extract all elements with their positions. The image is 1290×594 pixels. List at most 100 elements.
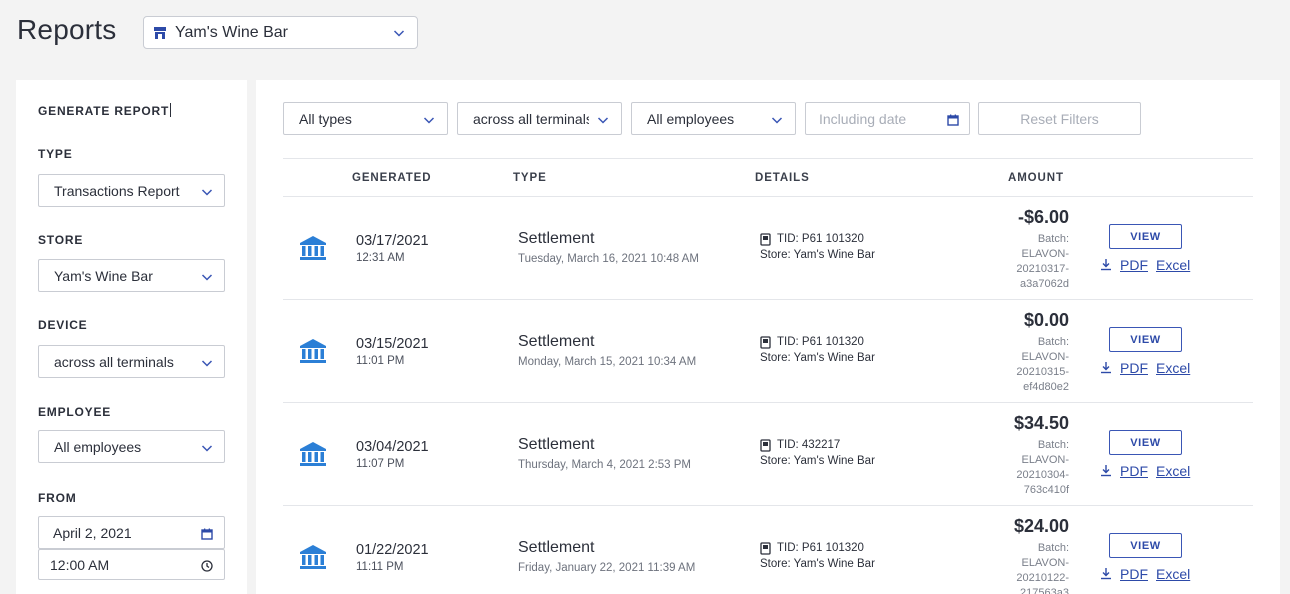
table-row: 03/17/2021 12:31 AM Settlement Tuesday, …	[283, 197, 1253, 300]
store-selector[interactable]: Yam's Wine Bar	[143, 16, 418, 49]
table-row: 03/04/2021 11:07 PM Settlement Thursday,…	[283, 403, 1253, 506]
batch-id-part: ELAVON-	[1021, 454, 1069, 466]
generated-time: 11:01 PM	[356, 355, 405, 367]
from-time-input[interactable]: 12:00 AM	[38, 549, 225, 580]
pdf-link[interactable]: PDF	[1120, 360, 1148, 376]
report-type: Settlement	[518, 436, 595, 453]
batch-id-part: ef4d80e2	[1023, 381, 1069, 393]
view-button[interactable]: VIEW	[1109, 327, 1182, 352]
clock-icon[interactable]	[201, 559, 213, 575]
device-select-value: across all terminals	[54, 353, 174, 370]
device-select[interactable]: across all terminals	[38, 345, 225, 378]
excel-link[interactable]: Excel	[1156, 360, 1190, 376]
pdf-link[interactable]: PDF	[1120, 566, 1148, 582]
batch-info: Batch: ELAVON- 20210304- 763c410f	[979, 438, 1069, 498]
type-select[interactable]: Transactions Report	[38, 174, 225, 207]
batch-id-part: a3a7062d	[1020, 278, 1069, 290]
reset-filters-button[interactable]: Reset Filters	[978, 102, 1141, 135]
batch-id-part: 20210317-	[1016, 263, 1069, 275]
generated-date: 03/04/2021	[356, 439, 429, 455]
download-icon[interactable]	[1100, 567, 1112, 585]
generated-date: 03/17/2021	[356, 233, 429, 249]
view-button[interactable]: VIEW	[1109, 430, 1182, 455]
generated-time: 12:31 AM	[356, 252, 405, 264]
type-filter[interactable]: All types	[283, 102, 448, 135]
chevron-down-icon	[201, 270, 213, 286]
report-type-datetime: Tuesday, March 16, 2021 10:48 AM	[518, 253, 699, 265]
report-type: Settlement	[518, 333, 595, 350]
amount-value: $24.00	[1013, 516, 1069, 536]
employee-select[interactable]: All employees	[38, 430, 225, 463]
chevron-down-icon	[201, 441, 213, 457]
generate-report-heading: GENERATE REPORT	[38, 103, 172, 118]
report-type-datetime: Monday, March 15, 2021 10:34 AM	[518, 356, 697, 368]
type-select-value: Transactions Report	[54, 182, 180, 199]
generated-time: 11:11 PM	[356, 561, 404, 573]
date-filter-input[interactable]: Including date	[805, 102, 970, 135]
terminal-filter[interactable]: across all terminals	[457, 102, 622, 135]
amount-value: -$6.00	[1017, 207, 1069, 227]
batch-info: Batch: ELAVON- 20210317- a3a7062d	[979, 232, 1069, 292]
from-date-value: April 2, 2021	[53, 524, 132, 541]
batch-id-part: 20210304-	[1016, 469, 1069, 481]
chevron-down-icon	[201, 356, 213, 372]
type-filter-value: All types	[299, 110, 352, 127]
bank-icon	[299, 441, 327, 472]
employee-label: EMPLOYEE	[38, 405, 112, 419]
pdf-link[interactable]: PDF	[1120, 257, 1148, 273]
type-label: TYPE	[38, 147, 73, 161]
batch-id-part: 20210122-	[1016, 572, 1069, 584]
batch-id-part: ELAVON-	[1021, 248, 1069, 260]
from-time-value: 12:00 AM	[50, 556, 110, 573]
column-header-details: DETAILS	[755, 172, 810, 184]
calendar-icon[interactable]	[201, 527, 213, 543]
report-type-datetime: Friday, January 22, 2021 11:39 AM	[518, 562, 696, 574]
store-select[interactable]: Yam's Wine Bar	[38, 259, 225, 292]
pdf-link[interactable]: PDF	[1120, 463, 1148, 479]
store-name: Store: Yam's Wine Bar	[760, 249, 875, 261]
chevron-down-icon	[393, 26, 405, 44]
chevron-down-icon	[767, 113, 783, 129]
download-icon[interactable]	[1100, 464, 1112, 482]
date-filter-placeholder: Including date	[819, 110, 907, 127]
store-name: Store: Yam's Wine Bar	[760, 455, 875, 467]
excel-link[interactable]: Excel	[1156, 566, 1190, 582]
view-button[interactable]: VIEW	[1109, 533, 1182, 558]
download-icon[interactable]	[1100, 361, 1112, 379]
terminal-id: TID: P61 101320	[777, 542, 864, 554]
store-selector-label: Yam's Wine Bar	[175, 23, 289, 41]
column-header-type: TYPE	[513, 172, 547, 184]
download-icon[interactable]	[1100, 258, 1112, 276]
employee-filter-value: All employees	[647, 110, 735, 127]
batch-label: Batch:	[1037, 336, 1069, 348]
batch-info: Batch: ELAVON- 20210315- ef4d80e2	[979, 335, 1069, 395]
bank-icon	[299, 544, 327, 575]
calendar-icon[interactable]	[947, 113, 959, 129]
excel-link[interactable]: Excel	[1156, 463, 1190, 479]
from-date-input[interactable]: April 2, 2021	[38, 516, 225, 549]
employee-filter[interactable]: All employees	[631, 102, 796, 135]
view-button[interactable]: VIEW	[1109, 224, 1182, 249]
store-select-value: Yam's Wine Bar	[54, 267, 153, 284]
chevron-down-icon	[419, 113, 435, 129]
batch-id-part: 20210315-	[1016, 366, 1069, 378]
terminal-id: TID: P61 101320	[777, 233, 864, 245]
generated-date: 01/22/2021	[356, 542, 429, 558]
page-title: Reports	[17, 14, 117, 45]
generated-date: 03/15/2021	[356, 336, 429, 352]
batch-label: Batch:	[1037, 233, 1069, 245]
chevron-down-icon	[589, 113, 609, 129]
amount-value: $0.00	[1023, 310, 1069, 330]
divider	[283, 158, 1253, 159]
excel-link[interactable]: Excel	[1156, 257, 1190, 273]
batch-label: Batch:	[1037, 542, 1069, 554]
generate-report-panel: GENERATE REPORT TYPE Transactions Report…	[16, 80, 247, 594]
store-icon	[153, 26, 167, 40]
amount-value: $34.50	[1013, 413, 1069, 433]
store-label: STORE	[38, 233, 84, 247]
bank-icon	[299, 338, 327, 369]
generated-time: 11:07 PM	[356, 458, 405, 470]
batch-label: Batch:	[1037, 439, 1069, 451]
chevron-down-icon	[201, 185, 213, 201]
store-name: Store: Yam's Wine Bar	[760, 352, 875, 364]
